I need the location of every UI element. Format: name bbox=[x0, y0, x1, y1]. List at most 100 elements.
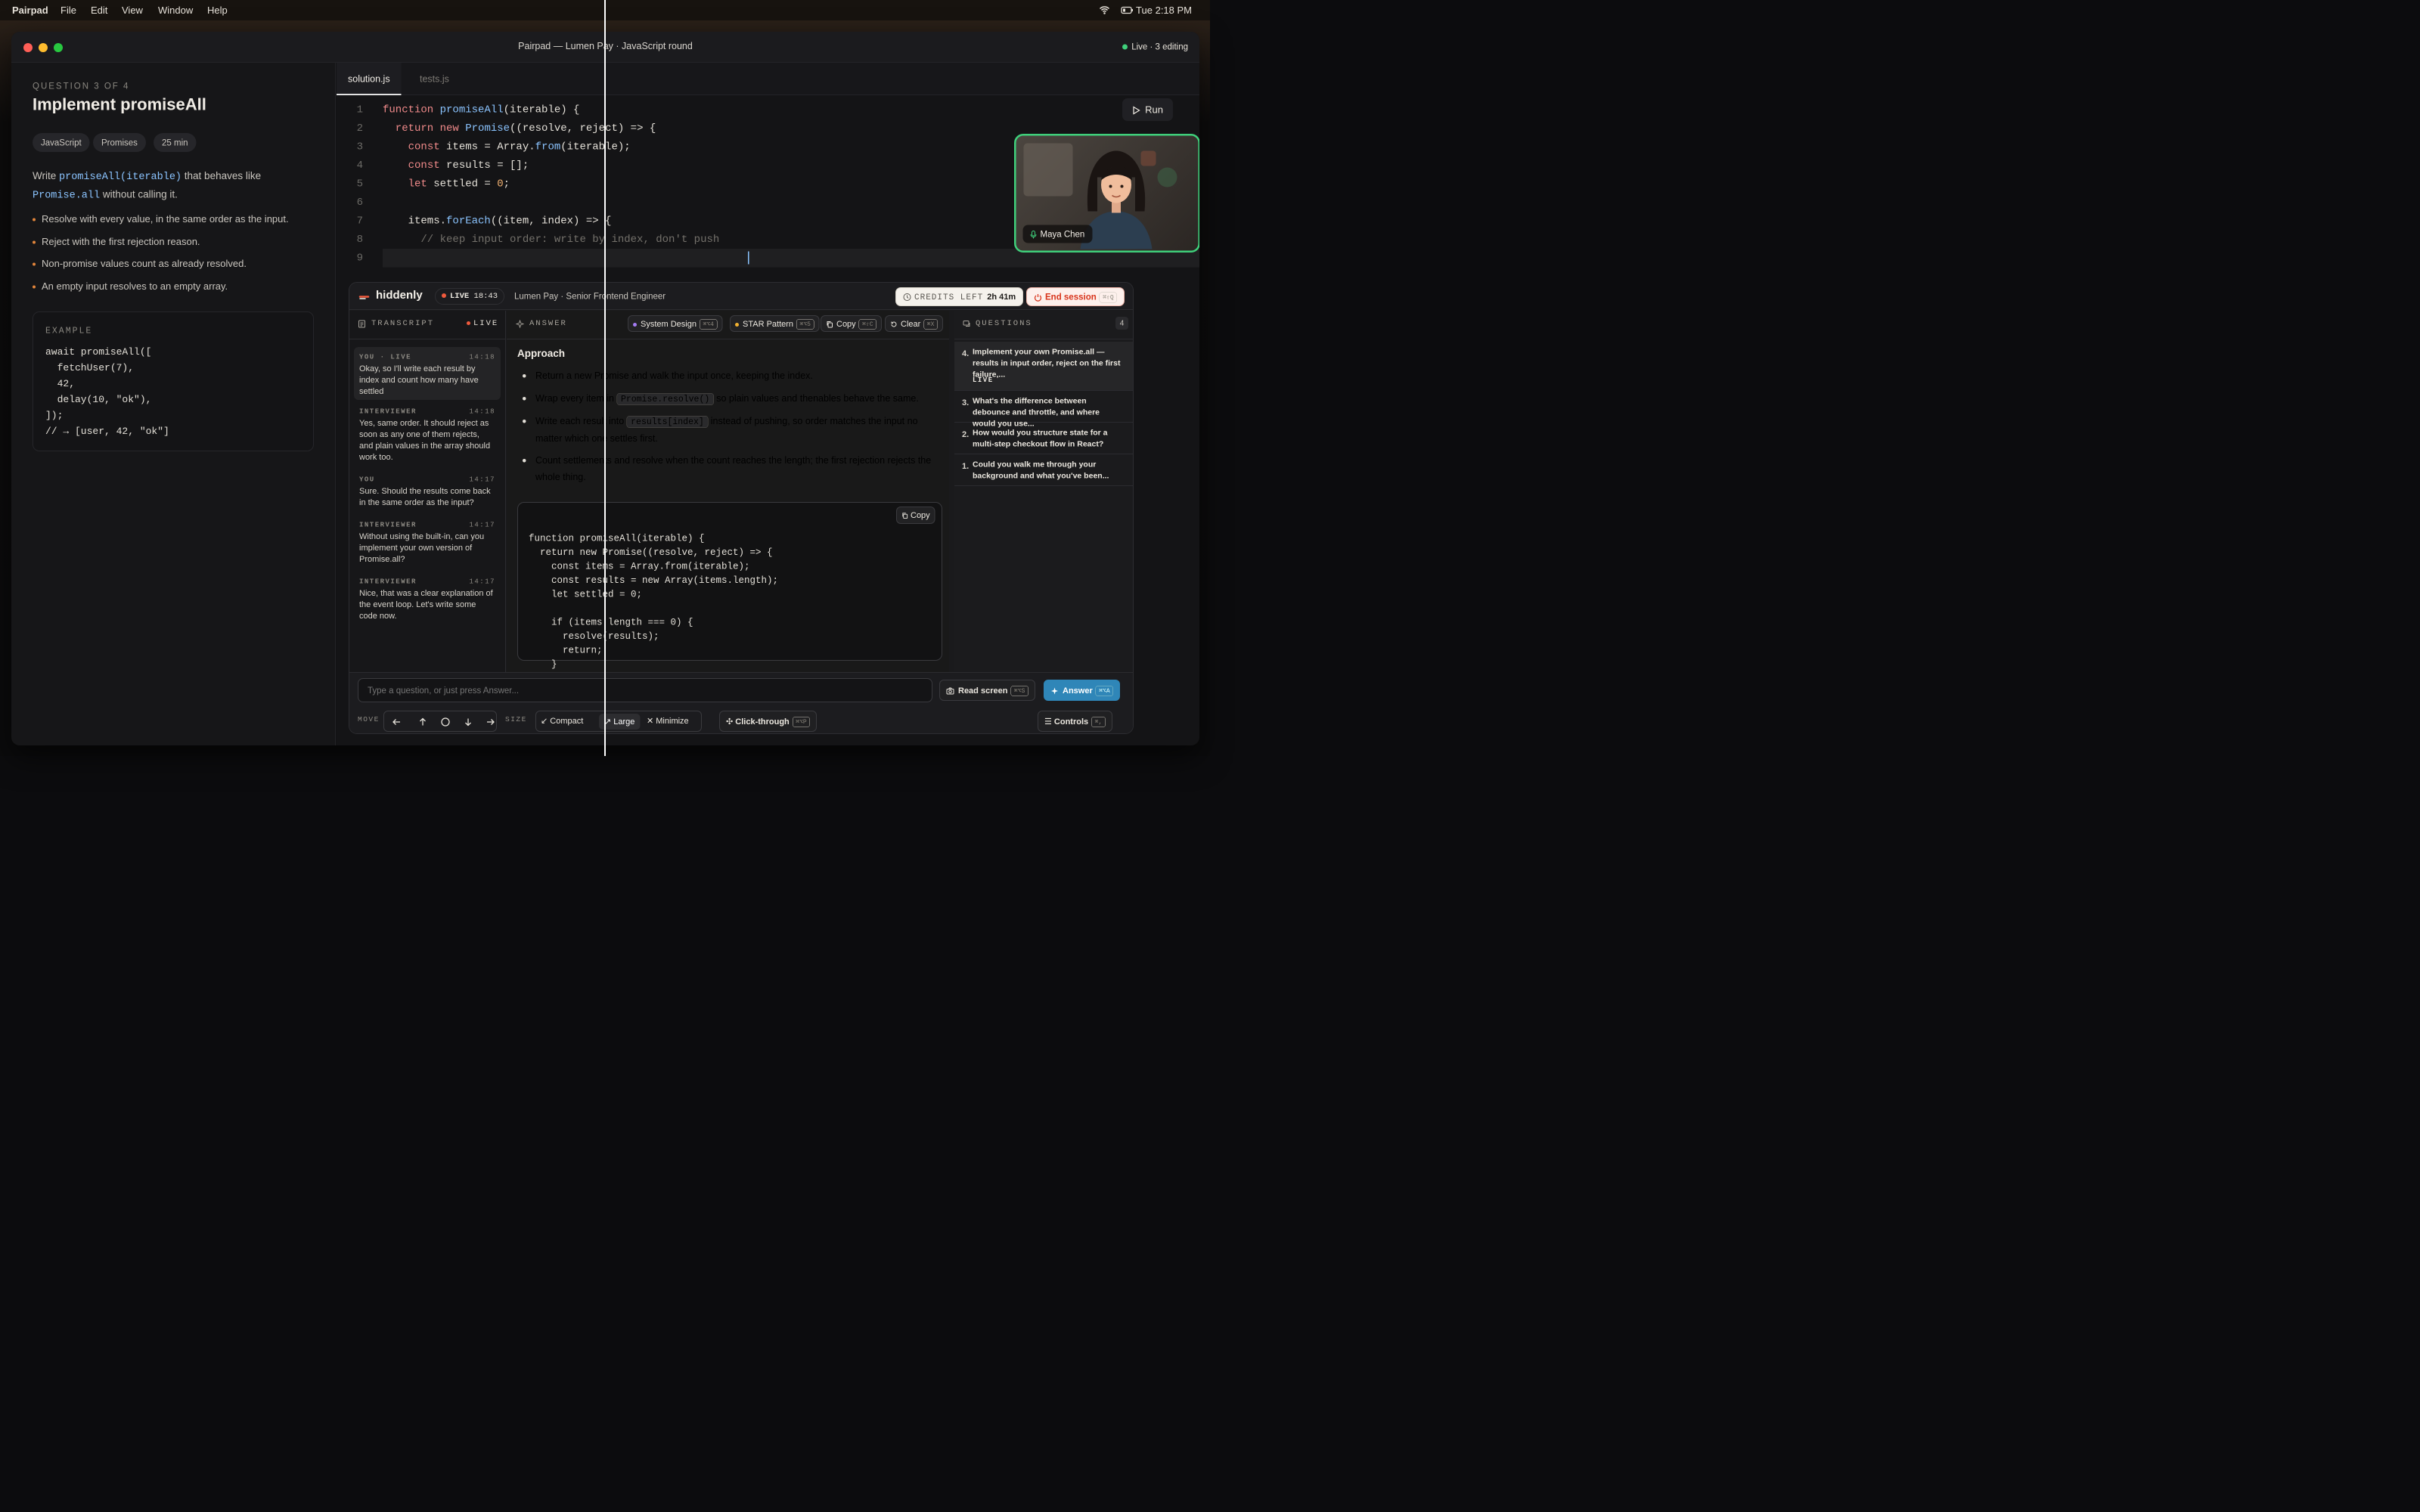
transcript-message: 14:17 INTERVIEWER Without using the built-… bbox=[354, 519, 501, 565]
split-divider[interactable] bbox=[604, 0, 606, 756]
answer-point: Return a new Promise and walk the input … bbox=[523, 367, 944, 384]
message-speaker: 14:17 YOU bbox=[359, 474, 495, 485]
size-compact-option[interactable]: ↙ Compact bbox=[541, 716, 583, 726]
brand-logo-icon bbox=[358, 296, 370, 299]
live-editing-status: Live · 3 editing bbox=[1122, 42, 1188, 52]
question-item[interactable]: 3. What's the difference between debounce… bbox=[954, 391, 1133, 428]
answer-button[interactable]: Answer ⌘⌥A bbox=[1044, 680, 1121, 701]
line-number: 6 bbox=[356, 197, 363, 209]
question-item[interactable]: 2. How would you structure state for a mu… bbox=[954, 423, 1133, 454]
arrow-down-icon[interactable] bbox=[465, 718, 471, 727]
tab-solution-js[interactable]: solution.js bbox=[337, 63, 402, 95]
message-text: Yes, same order. It should reject as soo… bbox=[359, 418, 491, 462]
menu-help[interactable]: Help bbox=[207, 5, 228, 17]
example-code: await promiseAll([ fetchUser(7), 42, del… bbox=[45, 346, 169, 437]
problem-title: Implement promiseAll bbox=[33, 95, 206, 114]
tag-chip: Promises bbox=[93, 133, 146, 152]
mode-label: STAR Pattern bbox=[743, 319, 794, 329]
sparkle-icon bbox=[516, 320, 524, 328]
message-text: Without using the built-in, can you impl… bbox=[359, 531, 485, 564]
mode-star-pattern-button[interactable]: STAR Pattern ⌘⌥5 bbox=[730, 315, 820, 332]
run-button[interactable]: Run bbox=[1122, 98, 1173, 121]
clock-icon bbox=[903, 293, 911, 302]
message-speaker: 14:18 INTERVIEWER bbox=[359, 406, 495, 417]
requirement-item: Non-promise values count as already reso… bbox=[33, 258, 247, 270]
transcript-live-text: LIVE bbox=[473, 319, 499, 328]
move-label: MOVE bbox=[358, 715, 380, 723]
problem-panel: QUESTION 3 OF 4 Implement promiseAll Jav… bbox=[11, 63, 336, 745]
message-text: Okay, so I'll write each result by index… bbox=[359, 364, 479, 396]
speaker-label: YOU · LIVE bbox=[359, 353, 412, 361]
requirement-item: Resolve with every value, in the same or… bbox=[33, 213, 289, 225]
assistant-overlay[interactable]: hiddenly LIVE 18:43 Lumen Pay · Senior F… bbox=[349, 282, 1134, 734]
tab-tests-js[interactable]: tests.js bbox=[420, 63, 449, 95]
clear-answer-button[interactable]: Clear ⌘X bbox=[885, 315, 943, 332]
live-editing-text: Live · 3 editing bbox=[1131, 42, 1188, 51]
question-text: How would you structure state for a mult… bbox=[973, 428, 1108, 449]
menu-window[interactable]: Window bbox=[158, 5, 193, 17]
wifi-icon[interactable] bbox=[1099, 5, 1110, 15]
controls-button[interactable]: ☰ Controls ⌘, bbox=[1038, 711, 1112, 732]
speaker-label: INTERVIEWER bbox=[359, 407, 417, 416]
answer-label: ANSWER bbox=[529, 319, 567, 328]
tag-chip: JavaScript bbox=[33, 133, 90, 152]
arrow-up-icon[interactable] bbox=[420, 717, 426, 726]
menu-view[interactable]: View bbox=[122, 5, 143, 17]
code-line: const items = Array.from(iterable); bbox=[408, 141, 631, 153]
menu-file[interactable]: File bbox=[60, 5, 76, 17]
app-menu[interactable]: Pairpad bbox=[12, 5, 48, 17]
question-input[interactable] bbox=[358, 678, 932, 702]
question-item-active[interactable]: 4. Implement your own Promise.all — resul… bbox=[954, 342, 1133, 391]
shrink-icon: ↙ bbox=[541, 716, 551, 726]
line-number: 8 bbox=[356, 234, 363, 246]
read-screen-button[interactable]: Read screen ⌘⌥S bbox=[939, 680, 1035, 701]
line-number: 2 bbox=[356, 122, 363, 135]
requirement-item: An empty input resolves to an empty arra… bbox=[33, 280, 228, 293]
code-comment: // keep input order: write by index, don… bbox=[383, 234, 720, 246]
transcript-label: TRANSCRIPT bbox=[371, 319, 435, 328]
sparkle-icon bbox=[1051, 687, 1058, 695]
battery-icon[interactable] bbox=[1121, 5, 1134, 15]
arrow-right-icon[interactable] bbox=[487, 719, 495, 725]
text-cursor bbox=[748, 251, 749, 265]
controls-label: Controls bbox=[1053, 717, 1089, 727]
center-icon[interactable] bbox=[441, 717, 450, 727]
camera-icon bbox=[946, 687, 954, 695]
copy-icon bbox=[827, 321, 833, 328]
menu-clock: Tue 2:18 PM bbox=[1136, 5, 1192, 16]
transcript-icon bbox=[358, 320, 365, 328]
message-text: Sure. Should the results come back in th… bbox=[359, 486, 491, 507]
example-label: EXAMPLE bbox=[45, 326, 93, 336]
message-time: 14:18 bbox=[469, 407, 495, 416]
click-through-label: Click-through bbox=[735, 717, 790, 727]
message-speaker: 14:17 INTERVIEWER bbox=[359, 576, 495, 587]
copy-label: Copy bbox=[911, 510, 930, 520]
shortcut-key: ⌘, bbox=[1091, 717, 1106, 728]
menu-edit[interactable]: Edit bbox=[91, 5, 107, 17]
video-tile[interactable]: Maya Chen bbox=[1014, 134, 1199, 253]
copy-code-button[interactable]: Copy bbox=[896, 507, 935, 524]
click-through-button[interactable]: ✣ Click-through ⌘⌥P bbox=[719, 711, 818, 732]
mode-system-design-button[interactable]: System Design ⌘⌥4 bbox=[628, 315, 723, 332]
code-line: items.forEach((item, index) => { bbox=[383, 215, 612, 228]
size-minimize-option[interactable]: ✕ Minimize bbox=[647, 716, 689, 726]
participant-name: Maya Chen bbox=[1040, 229, 1085, 239]
message-time: 14:17 bbox=[469, 521, 495, 529]
shortcut-key: ⌘⌥4 bbox=[699, 319, 718, 330]
chat-icon bbox=[963, 321, 970, 327]
message-speaker: 14:18 YOU · LIVE bbox=[359, 352, 495, 363]
participant-name-tag: Maya Chen bbox=[1022, 225, 1093, 243]
transcript-panel: TRANSCRIPT LIVE 14:18 YOU · LIVE Okay, so … bbox=[349, 311, 506, 674]
end-session-button[interactable]: End session ⌘⇧Q bbox=[1026, 287, 1125, 306]
question-item[interactable]: 1. Could you walk me through your backgro… bbox=[954, 454, 1133, 486]
answer-code-block: Copy function promiseAll(iterable) { ret… bbox=[517, 502, 942, 670]
speaker-label: INTERVIEWER bbox=[359, 578, 417, 586]
copy-answer-button[interactable]: Copy ⌘⇧C bbox=[821, 315, 883, 332]
transcript-message: 14:18 INTERVIEWER Yes, same order. It shou… bbox=[354, 406, 501, 463]
message-text: Nice, that was a clear explanation of th… bbox=[359, 588, 493, 621]
line-number: 3 bbox=[356, 141, 363, 153]
live-indicator: LIVE 18:43 bbox=[435, 288, 505, 305]
copy-icon bbox=[902, 513, 908, 519]
live-timer: 18:43 bbox=[473, 292, 498, 301]
arrow-left-icon[interactable] bbox=[392, 719, 400, 725]
